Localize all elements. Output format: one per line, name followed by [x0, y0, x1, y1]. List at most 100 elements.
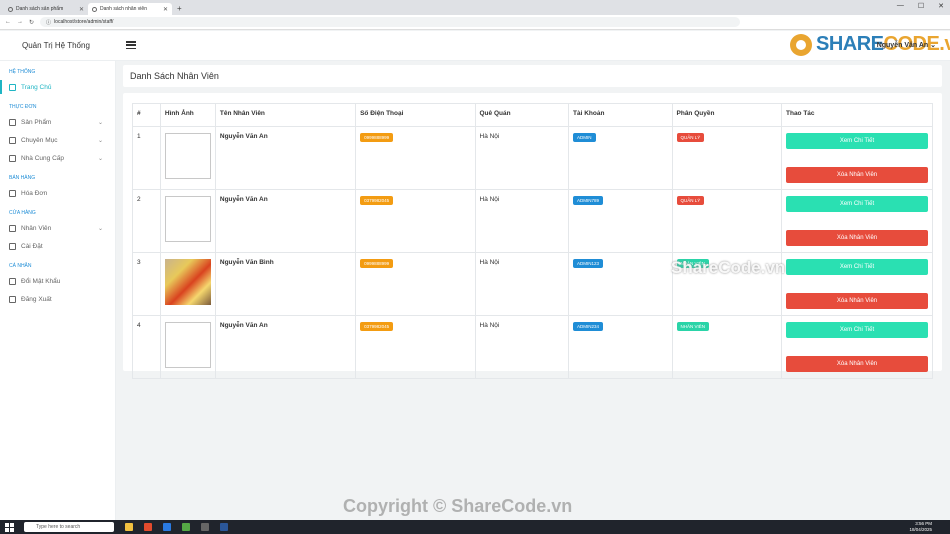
phone-cell: 0379982045 — [355, 315, 476, 379]
sidebar-item-label: Hóa Đơn — [21, 189, 48, 197]
maximize-icon[interactable]: ☐ — [918, 2, 924, 10]
browser-tab-strip: Danh sách sản phẩm ✕ Danh sách nhân viên… — [0, 0, 950, 15]
minimize-icon[interactable]: — — [897, 2, 904, 10]
table-row: 3 Nguyễn Văn Bình 0999888999 Hà Nội ADMIN123… — [132, 252, 933, 316]
user-name: Nguyễn Văn An — [876, 42, 929, 49]
view-details-button[interactable]: Xem Chi Tiết — [786, 322, 928, 338]
address-bar[interactable]: ⓘ localhost/store/admin/staff/ — [40, 17, 741, 27]
role-cell: QUẢN LÝ — [671, 126, 783, 190]
sidebar-item-label: Cài Đặt — [21, 242, 43, 250]
windows-start-icon[interactable] — [5, 522, 14, 532]
row-number: 3 — [132, 252, 161, 316]
forward-icon[interactable]: → — [17, 19, 23, 25]
word-icon[interactable] — [220, 523, 228, 531]
sidebar-section-personal: CÁ NHÂN — [9, 263, 32, 269]
file-explorer-icon[interactable] — [125, 523, 133, 531]
staff-name: Nguyễn Văn An — [214, 126, 357, 190]
browser-tab-staff[interactable]: Danh sách nhân viên ✕ — [88, 3, 172, 15]
close-window-icon[interactable]: ✕ — [938, 2, 944, 10]
close-icon[interactable]: ✕ — [163, 6, 168, 13]
row-number: 1 — [132, 126, 161, 190]
hometown: Hà Nội — [474, 126, 569, 190]
role-cell: QUẢN LÝ — [671, 189, 783, 253]
sidebar-item-products[interactable]: Sản Phẩm ⌄ — [0, 113, 115, 131]
brand-title[interactable]: Quản Trị Hệ Thống — [22, 41, 90, 50]
chevron-down-icon: ⌄ — [97, 155, 103, 162]
chevron-down-icon: ⌄ — [97, 137, 103, 144]
truck-icon — [9, 154, 16, 162]
delete-staff-button[interactable]: Xóa Nhân Viên — [786, 230, 928, 246]
grid-icon — [9, 118, 16, 126]
avatar-cell — [159, 315, 216, 379]
avatar — [164, 322, 211, 368]
row-number: 4 — [132, 315, 161, 379]
gear-icon — [9, 242, 16, 250]
sidebar-item-label: Nhà Cung Cấp — [21, 154, 64, 162]
delete-staff-button[interactable]: Xóa Nhân Viên — [786, 356, 928, 372]
hometown: Hà Nội — [474, 189, 569, 253]
back-icon[interactable]: ← — [5, 19, 11, 25]
taskbar-search-input[interactable]: Type here to search — [24, 522, 114, 532]
row-number: 2 — [132, 189, 161, 253]
watermark-center: ShareCode.vn — [671, 258, 786, 277]
view-details-button[interactable]: Xem Chi Tiết — [786, 259, 928, 275]
staff-table-card: # Hình Ảnh Tên Nhân Viên Số Điện Thoại Q… — [123, 93, 942, 379]
sidebar-item-categories[interactable]: Chuyên Mục ⌄ — [0, 131, 115, 149]
system-clock[interactable]: 3:56 PM 18/04/2025 — [909, 521, 932, 533]
account-cell: ADMIN789 — [568, 189, 673, 253]
sidebar-item-label: Đổi Mật Khẩu — [21, 277, 61, 285]
page-title-card: Danh Sách Nhân Viên — [123, 65, 942, 87]
logo-icon — [790, 33, 812, 56]
info-icon: ⓘ — [46, 19, 52, 26]
sidebar-item-label: Đăng Xuất — [21, 295, 52, 303]
chevron-down-icon: ⌄ — [97, 119, 103, 126]
lock-icon — [9, 277, 16, 285]
sidebar-item-staff[interactable]: Nhân Viên ⌄ — [0, 219, 115, 237]
sidebar-item-settings[interactable]: Cài Đặt — [0, 237, 115, 255]
column-header: Tên Nhân Viên — [214, 103, 357, 127]
sidebar-item-invoices[interactable]: Hóa Đơn — [0, 184, 115, 202]
role-badge: QUẢN LÝ — [676, 133, 705, 142]
view-details-button[interactable]: Xem Chi Tiết — [786, 196, 928, 212]
page-title: Danh Sách Nhân Viên — [130, 71, 219, 81]
chevron-down-icon: ⌄ — [97, 225, 103, 232]
account-badge: ADMIN — [573, 133, 596, 142]
vscode-icon[interactable] — [163, 523, 171, 531]
column-header: Số Điện Thoại — [355, 103, 476, 127]
phone-cell: 0379982045 — [355, 189, 476, 253]
sidebar-item-label: Sản Phẩm — [21, 118, 52, 126]
actions-cell: Xem Chi Tiết Xóa Nhân Viên — [781, 189, 933, 253]
globe-icon — [92, 6, 97, 12]
staff-table: # Hình Ảnh Tên Nhân Viên Số Điện Thoại Q… — [132, 103, 933, 379]
column-header: Thao Tác — [781, 103, 933, 127]
delete-staff-button[interactable]: Xóa Nhân Viên — [786, 293, 928, 309]
column-header: Tài Khoản — [568, 103, 673, 127]
avatar-cell — [159, 252, 216, 316]
browser-tab-label: Danh sách nhân viên — [100, 6, 147, 12]
view-details-button[interactable]: Xem Chi Tiết — [786, 133, 928, 149]
sidebar-item-change-password[interactable]: Đổi Mật Khẩu — [0, 272, 115, 290]
sidebar-item-suppliers[interactable]: Nhà Cung Cấp ⌄ — [0, 149, 115, 167]
sidebar-item-home[interactable]: Trang Chủ — [0, 78, 115, 96]
account-cell: ADMIN234 — [568, 315, 673, 379]
account-badge: ADMIN234 — [573, 322, 604, 331]
actions-cell: Xem Chi Tiết Xóa Nhân Viên — [781, 126, 933, 190]
new-tab-icon[interactable]: + — [177, 4, 182, 13]
app-icon[interactable] — [182, 523, 190, 531]
browser-tab-products[interactable]: Danh sách sản phẩm ✕ — [4, 3, 88, 15]
chrome-icon[interactable] — [144, 523, 152, 531]
column-header: # — [132, 103, 161, 127]
folder-icon — [9, 136, 16, 144]
staff-name: Nguyễn Văn An — [214, 189, 357, 253]
close-icon[interactable]: ✕ — [79, 6, 84, 13]
sidebar-item-logout[interactable]: Đăng Xuất — [0, 290, 115, 308]
table-header-row: # Hình Ảnh Tên Nhân Viên Số Điện Thoại Q… — [132, 103, 933, 127]
user-menu[interactable]: Nguyễn Văn An ⌄ — [877, 41, 936, 49]
reload-icon[interactable]: ↻ — [29, 19, 34, 26]
sidebar-item-label: Nhân Viên — [21, 224, 52, 232]
delete-staff-button[interactable]: Xóa Nhân Viên — [786, 167, 928, 183]
menu-toggle-icon[interactable] — [126, 41, 136, 49]
home-icon — [9, 83, 16, 91]
app-header: Quản Trị Hệ Thống SHARECODE.vn Nguyễn Vă… — [0, 31, 950, 61]
terminal-icon[interactable] — [201, 523, 209, 531]
